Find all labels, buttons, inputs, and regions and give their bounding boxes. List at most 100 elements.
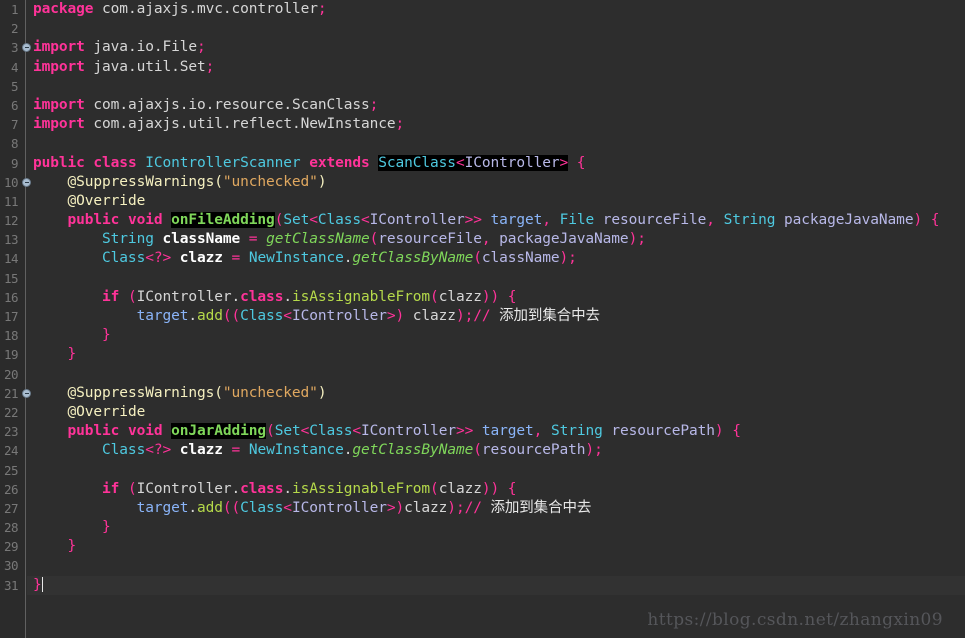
selected-method-onfileadding[interactable]: onFileAdding [171, 212, 275, 229]
line-number: 13 [3, 232, 19, 248]
gutter-row[interactable]: 1 [0, 0, 25, 19]
code-line[interactable]: import com.ajaxjs.io.resource.ScanClass; [27, 96, 965, 115]
gutter-row[interactable]: 24 [0, 441, 25, 460]
code-line[interactable]: Class<?> clazz = NewInstance.getClassByN… [27, 249, 965, 268]
code-line[interactable] [27, 461, 965, 480]
line-number: 16 [3, 289, 19, 305]
line-number: 19 [3, 347, 19, 363]
gutter-row[interactable]: 9 [0, 154, 25, 173]
line-number: 23 [3, 424, 19, 440]
gutter-row[interactable]: 18 [0, 326, 25, 345]
gutter-row[interactable]: 17 [0, 307, 25, 326]
line-number-gutter[interactable]: 1 2 3 4 5 6 7 8 9 10 11 12 13 14 15 16 1… [0, 0, 31, 638]
code-editor[interactable]: 1 2 3 4 5 6 7 8 9 10 11 12 13 14 15 16 1… [0, 0, 965, 638]
gutter-row[interactable]: 30 [0, 556, 25, 575]
line-number: 20 [3, 366, 19, 382]
gutter-row[interactable]: 25 [0, 461, 25, 480]
line-number: 17 [3, 309, 19, 324]
code-line[interactable]: @SuppressWarnings("unchecked") [27, 173, 965, 192]
text-cursor [41, 576, 43, 592]
code-line[interactable]: } [27, 345, 965, 364]
line-number: 22 [3, 404, 19, 420]
gutter-row[interactable]: 4 [0, 58, 25, 77]
line-number: 8 [10, 136, 19, 152]
gutter-row[interactable]: 27 [0, 499, 25, 518]
line-number: 29 [3, 539, 19, 555]
code-line[interactable]: import java.io.File; [27, 38, 965, 57]
fold-collapse-icon[interactable] [22, 388, 31, 398]
code-line[interactable]: package com.ajaxjs.mvc.controller; [27, 0, 965, 19]
code-line[interactable]: @SuppressWarnings("unchecked") [27, 384, 965, 403]
gutter-row[interactable]: 5 [0, 77, 25, 96]
code-line[interactable]: } [27, 537, 965, 556]
line-number: 28 [3, 520, 19, 536]
code-line[interactable] [27, 19, 965, 38]
code-line[interactable] [27, 269, 965, 288]
gutter-row[interactable]: 21 [0, 384, 31, 403]
gutter-row[interactable]: 11 [0, 192, 25, 211]
gutter-row[interactable]: 8 [0, 134, 25, 153]
gutter-row[interactable]: 23 [0, 422, 25, 441]
gutter-row[interactable]: 19 [0, 345, 25, 364]
code-line[interactable]: @Override [27, 192, 965, 211]
line-number: 30 [3, 558, 19, 574]
comment-marker: // [473, 308, 491, 324]
gutter-row[interactable]: 2 [0, 19, 25, 38]
gutter-row[interactable]: 16 [0, 288, 25, 307]
code-line[interactable]: target.add((Class<IController>)clazz);//… [27, 499, 965, 518]
code-line[interactable]: } [27, 518, 965, 537]
code-line[interactable]: @Override [27, 403, 965, 422]
code-line[interactable] [27, 77, 965, 96]
code-line[interactable]: public void onJarAdding(Set<Class<IContr… [27, 422, 965, 441]
code-line[interactable] [27, 365, 965, 384]
code-line[interactable]: target.add((Class<IController>) clazz);/… [27, 307, 965, 326]
line-number: 4 [10, 59, 19, 75]
line-number: 31 [3, 577, 19, 593]
gutter-row[interactable]: 31 [0, 576, 25, 595]
gutter-row[interactable]: 12 [0, 211, 25, 230]
line-number: 6 [10, 97, 19, 113]
gutter-row[interactable]: 10 [0, 173, 31, 192]
gutter-row[interactable]: 6 [0, 96, 25, 115]
line-number: 2 [10, 21, 19, 37]
line-number: 12 [3, 213, 19, 229]
line-number: 27 [3, 500, 19, 516]
comment-marker: // [464, 499, 482, 516]
line-number: 7 [10, 117, 19, 133]
line-number: 3 [10, 40, 19, 56]
code-line[interactable]: } [27, 326, 965, 345]
gutter-row[interactable]: 20 [0, 365, 25, 384]
selected-text-scanclass[interactable]: ScanClass<IController> [378, 154, 568, 171]
line-number: 18 [3, 328, 19, 344]
code-line[interactable]: Class<?> clazz = NewInstance.getClassByN… [27, 441, 965, 460]
gutter-row[interactable]: 3 [0, 38, 31, 57]
gutter-row[interactable]: 28 [0, 518, 25, 537]
selected-method-onjaradding[interactable]: onJarAdding [171, 423, 266, 440]
code-line[interactable]: public void onFileAdding(Set<Class<ICont… [27, 211, 965, 230]
gutter-row[interactable]: 26 [0, 480, 25, 499]
code-line[interactable] [27, 556, 965, 575]
code-line[interactable]: public class IControllerScanner extends … [27, 154, 965, 173]
line-number: 1 [10, 2, 19, 17]
gutter-row[interactable]: 7 [0, 115, 25, 134]
line-number: 21 [3, 385, 19, 401]
code-line[interactable]: if (IController.class.isAssignableFrom(c… [27, 288, 965, 307]
code-line[interactable]: String className = getClassName(resource… [27, 230, 965, 249]
gutter-row[interactable]: 22 [0, 403, 25, 422]
line-number: 26 [3, 481, 19, 497]
line-number: 25 [3, 462, 19, 478]
line-number: 5 [10, 78, 19, 94]
gutter-row[interactable]: 15 [0, 269, 25, 288]
code-line[interactable] [27, 134, 965, 153]
code-line-current[interactable]: } [27, 575, 965, 595]
gutter-row[interactable]: 29 [0, 537, 25, 556]
code-line[interactable]: import java.util.Set; [27, 58, 965, 77]
watermark-url: https://blog.csdn.net/zhangxin09 [647, 610, 943, 630]
fold-collapse-icon[interactable] [22, 177, 31, 187]
line-number: 24 [3, 443, 19, 459]
code-line[interactable]: import com.ajaxjs.util.reflect.NewInstan… [27, 115, 965, 134]
gutter-row[interactable]: 13 [0, 230, 25, 249]
code-content[interactable]: package com.ajaxjs.mvc.controller; impor… [27, 0, 965, 638]
gutter-row[interactable]: 14 [0, 249, 25, 268]
code-line[interactable]: if (IController.class.isAssignableFrom(c… [27, 480, 965, 499]
